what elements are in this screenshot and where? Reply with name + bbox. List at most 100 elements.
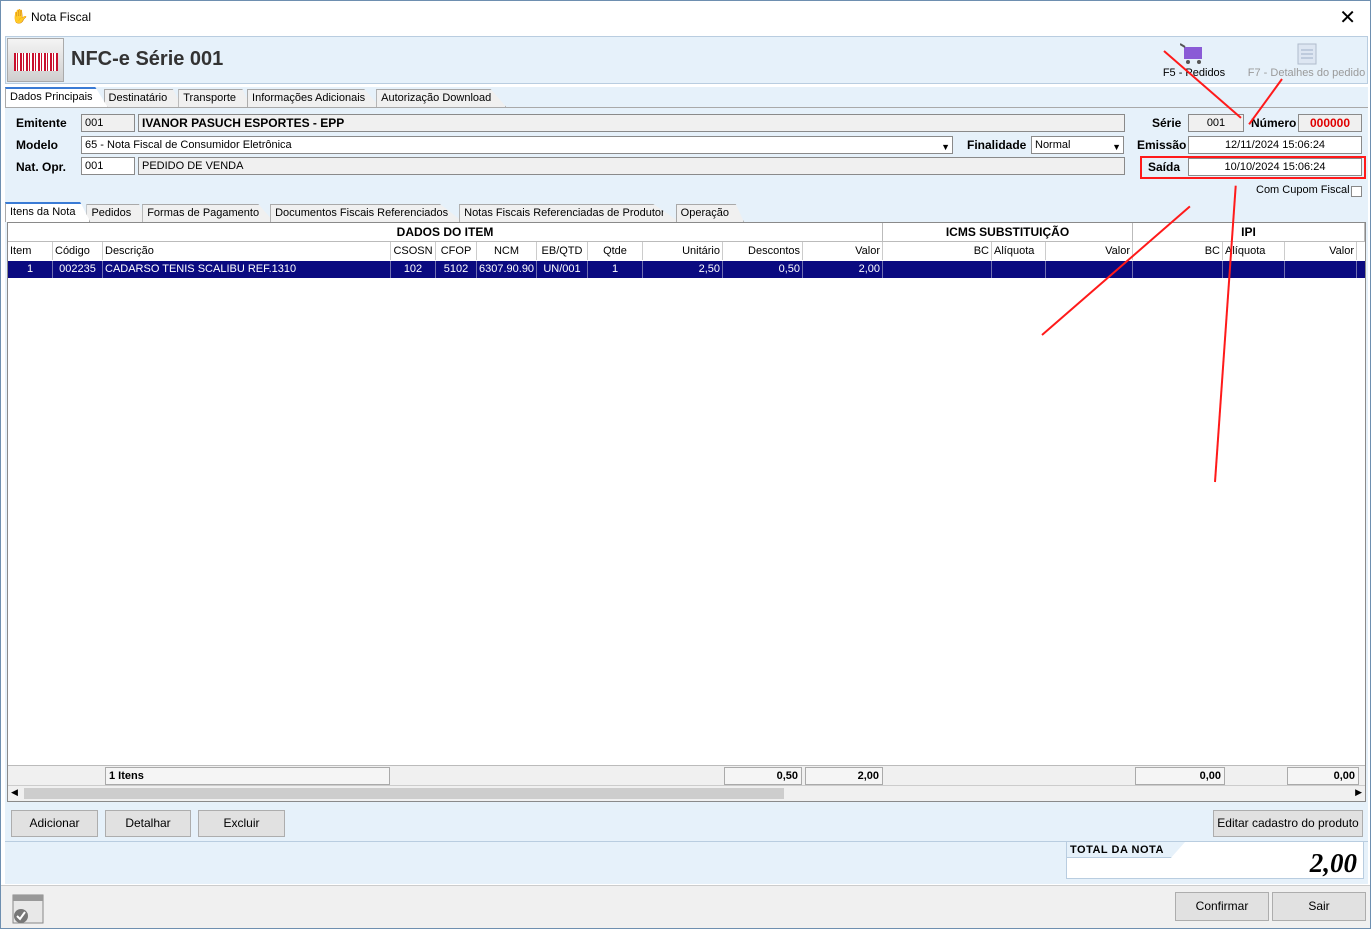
tab-pedidos[interactable]: Pedidos: [86, 204, 147, 222]
total-label: TOTAL DA NOTA: [1070, 844, 1164, 856]
col-ebqtd[interactable]: EB/QTD: [537, 242, 588, 260]
col-csosn[interactable]: CSOSN: [391, 242, 436, 260]
cell-codigo: 002235: [53, 261, 103, 278]
cupom-label: Com Cupom Fiscal: [1256, 184, 1350, 196]
tab-destinatario[interactable]: Destinatário: [103, 89, 183, 107]
cell-item: 1: [8, 261, 53, 278]
items-grid[interactable]: DADOS DO ITEM ICMS SUBSTITUIÇÃO IPI Item…: [7, 222, 1366, 802]
adicionar-button[interactable]: Adicionar: [11, 810, 98, 837]
scroll-left-icon[interactable]: ◀: [11, 787, 18, 798]
col-cfop[interactable]: CFOP: [436, 242, 477, 260]
footer-ipi-valor: 0,00: [1287, 767, 1359, 785]
sair-button[interactable]: Sair: [1272, 892, 1366, 921]
header-panel: NFC-e Série 001 F5 - Pedidos F7 - Detalh…: [5, 36, 1368, 84]
detalhes-pedido-button[interactable]: F7 - Detalhes do pedido: [1244, 41, 1369, 79]
cell-ipi-bc: [1133, 261, 1223, 278]
modelo-label: Modelo: [16, 138, 58, 152]
emissao-field[interactable]: 12/11/2024 15:06:24: [1188, 136, 1362, 154]
cell-valor: 2,00: [803, 261, 883, 278]
natopr-desc-field[interactable]: PEDIDO DE VENDA: [138, 157, 1125, 175]
col-icms-bc[interactable]: BC: [883, 242, 992, 260]
page-title: NFC-e Série 001: [71, 48, 224, 70]
title-bar: ✋ Nota Fiscal ✕: [1, 1, 1370, 33]
col-qtde[interactable]: Qtde: [588, 242, 643, 260]
sub-tabs: Itens da Nota Pedidos Formas de Pagament…: [5, 202, 744, 222]
barcode-icon: [7, 38, 64, 82]
col-item[interactable]: Item: [8, 242, 53, 260]
finalidade-value: Normal: [1035, 139, 1071, 151]
emissao-label: Emissão: [1137, 138, 1187, 152]
col-ipi-valor[interactable]: Valor: [1285, 242, 1357, 260]
tab-informacoes-adicionais[interactable]: Informações Adicionais: [247, 89, 381, 107]
pedidos-button[interactable]: F5 - Pedidos: [1159, 41, 1229, 79]
nota-fiscal-window: ✋ Nota Fiscal ✕ NFC-e Série 001 F5 - Ped…: [0, 0, 1371, 929]
tab-operacao[interactable]: Operação: [675, 204, 744, 222]
footer-valor: 2,00: [805, 767, 883, 785]
finalidade-select[interactable]: Normal ▼: [1031, 136, 1124, 154]
col-valor[interactable]: Valor: [803, 242, 883, 260]
emitente-name-field[interactable]: IVANOR PASUCH ESPORTES - EPP: [138, 114, 1125, 132]
modelo-select[interactable]: 65 - Nota Fiscal de Consumidor Eletrônic…: [81, 136, 953, 154]
list-icon: [1293, 41, 1321, 67]
footer-descontos: 0,50: [724, 767, 802, 785]
cell-ipi-aliquota: [1223, 261, 1285, 278]
col-icms-aliquota[interactable]: Alíquota: [992, 242, 1046, 260]
emitente-code-field[interactable]: 001: [81, 114, 135, 132]
saida-field[interactable]: 10/10/2024 15:06:24: [1188, 158, 1362, 176]
cell-descontos: 0,50: [723, 261, 803, 278]
bottom-bar: Confirmar Sair: [1, 885, 1370, 928]
cell-qtde: 1: [588, 261, 643, 278]
tab-autorizacao-download[interactable]: Autorização Download: [376, 89, 507, 107]
horizontal-scrollbar[interactable]: ◀ ▶: [8, 785, 1365, 801]
col-icms-valor[interactable]: Valor: [1046, 242, 1133, 260]
col-descontos[interactable]: Descontos: [723, 242, 803, 260]
tab-itens-nota[interactable]: Itens da Nota: [5, 202, 91, 222]
saida-label: Saída: [1148, 160, 1181, 174]
tab-transporte[interactable]: Transporte: [178, 89, 252, 107]
numero-field[interactable]: 000000: [1298, 114, 1362, 132]
chevron-down-icon: ▼: [941, 142, 950, 152]
chevron-down-icon: ▼: [1112, 142, 1121, 152]
cell-icms-bc: [883, 261, 992, 278]
cell-unitario: 2,50: [643, 261, 723, 278]
scroll-right-icon[interactable]: ▶: [1355, 787, 1362, 798]
cell-descricao: CADARSO TENIS SCALIBU REF.1310: [103, 261, 391, 278]
confirmar-button[interactable]: Confirmar: [1175, 892, 1269, 921]
col-unitario[interactable]: Unitário: [643, 242, 723, 260]
hand-icon: ✋: [11, 8, 29, 24]
table-row[interactable]: 1 002235 CADARSO TENIS SCALIBU REF.1310 …: [8, 261, 1365, 278]
calendar-check-icon[interactable]: [9, 890, 47, 926]
modelo-value: 65 - Nota Fiscal de Consumidor Eletrônic…: [85, 139, 292, 151]
main-tabs: Dados Principais Destinatário Transporte…: [5, 87, 507, 107]
tab-documentos-referenciados[interactable]: Documentos Fiscais Referenciados: [270, 204, 464, 222]
finalidade-label: Finalidade: [967, 138, 1027, 152]
cell-icms-valor: [1046, 261, 1133, 278]
tab-notas-produtor[interactable]: Notas Fiscais Referenciadas de Produtor: [459, 204, 680, 222]
group-icms: ICMS SUBSTITUIÇÃO: [883, 223, 1133, 242]
serie-field[interactable]: 001: [1188, 114, 1244, 132]
window-title: Nota Fiscal: [31, 10, 92, 24]
editar-produto-button[interactable]: Editar cadastro do produto: [1213, 810, 1363, 837]
scroll-thumb[interactable]: [24, 788, 784, 799]
col-codigo[interactable]: Código: [53, 242, 103, 260]
close-icon[interactable]: ✕: [1339, 5, 1356, 30]
numero-label: Número: [1251, 116, 1297, 130]
col-descricao[interactable]: Descrição: [103, 242, 391, 260]
detalhar-button[interactable]: Detalhar: [105, 810, 191, 837]
natopr-code-field[interactable]: 001: [81, 157, 135, 175]
tab-dados-principais[interactable]: Dados Principais: [5, 87, 108, 107]
excluir-button[interactable]: Excluir: [198, 810, 285, 837]
footer-count: 1 Itens: [105, 767, 390, 785]
tab-formas-pagamento[interactable]: Formas de Pagamento: [142, 204, 275, 222]
serie-label: Série: [1152, 116, 1182, 130]
natopr-label: Nat. Opr.: [16, 160, 67, 174]
cell-icms-aliquota: [992, 261, 1046, 278]
group-dados-item: DADOS DO ITEM: [8, 223, 883, 242]
emitente-label: Emitente: [16, 116, 67, 130]
col-ncm[interactable]: NCM: [477, 242, 537, 260]
total-panel: TOTAL DA NOTA 2,00: [1066, 841, 1364, 879]
cell-csosn: 102: [391, 261, 436, 278]
cell-ncm: 6307.90.90: [477, 261, 537, 278]
cupom-checkbox[interactable]: [1351, 186, 1362, 197]
total-value: 2,00: [1309, 848, 1357, 878]
